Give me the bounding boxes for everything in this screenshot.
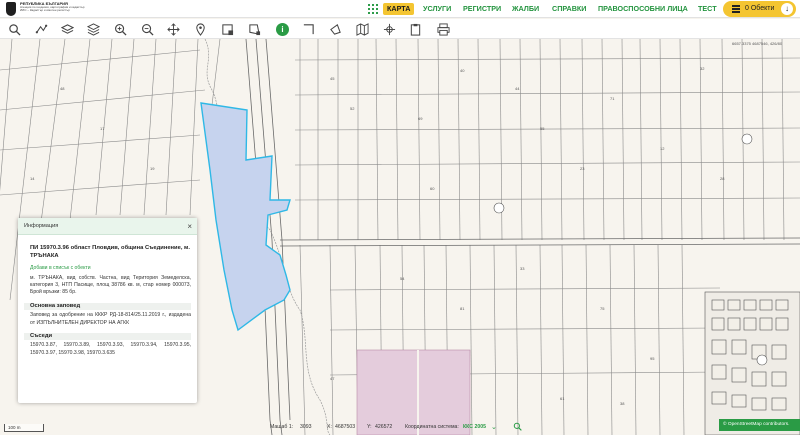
- nav-services[interactable]: УСЛУГИ: [423, 3, 451, 15]
- search-coords-icon[interactable]: [513, 421, 522, 434]
- svg-text:45: 45: [330, 76, 335, 81]
- nav-map[interactable]: КАРТА: [383, 3, 415, 15]
- clipboard-icon[interactable]: [408, 22, 423, 37]
- arrow-down-icon: ↓: [781, 3, 793, 15]
- order-text: Заповед за одобрение на КККР РД-18-814/2…: [30, 312, 191, 326]
- print-icon[interactable]: [436, 22, 451, 37]
- x-value: 4687503: [335, 424, 356, 430]
- svg-text:33: 33: [520, 266, 525, 271]
- select-rect-icon[interactable]: [220, 22, 235, 37]
- svg-text:19: 19: [150, 166, 155, 171]
- coat-of-arms-icon: [6, 2, 16, 16]
- nav-complaints[interactable]: ЖАЛБИ: [512, 3, 539, 15]
- polygon-tool-icon[interactable]: [328, 22, 343, 37]
- coordinate-bar: Мащаб 1: 3093 X: 4687503 Y: 426572 Коорд…: [265, 421, 530, 434]
- osm-attribution[interactable]: © OpenStreetMap contributors.: [719, 419, 800, 431]
- scale-bar: 100 m: [4, 424, 44, 432]
- search-icon[interactable]: [7, 22, 22, 37]
- y-value: 426572: [375, 424, 393, 430]
- select-area-icon[interactable]: [247, 22, 262, 37]
- nav-registers[interactable]: РЕГИСТРИ: [463, 3, 501, 15]
- svg-text:48: 48: [60, 86, 65, 91]
- nav-test[interactable]: ТЕСТ: [698, 3, 717, 15]
- pan-icon[interactable]: [166, 22, 181, 37]
- info-panel-header: Информация ×: [18, 218, 197, 235]
- x-label: X:: [327, 424, 332, 430]
- svg-text:75: 75: [600, 306, 605, 311]
- system-select[interactable]: ККС 2005: [463, 421, 486, 434]
- svg-text:52: 52: [350, 106, 355, 111]
- svg-text:23: 23: [580, 166, 585, 171]
- nav-reports[interactable]: СПРАВКИ: [552, 3, 586, 15]
- section-neighbors-heading: Съседи: [24, 333, 191, 341]
- section-order-heading: Основна заповед: [24, 302, 191, 311]
- objects-cart-button[interactable]: 0 Обекти ↓: [723, 1, 796, 17]
- logo-subtitle: Агенция по геодезия, картография и кадас…: [20, 5, 84, 13]
- crosshair-icon[interactable]: [382, 22, 397, 37]
- parcel-description: м. ТРЪНАКА, вид собств. Частна, вид Тери…: [30, 274, 191, 296]
- hamburger-icon: [732, 5, 740, 13]
- chevron-down-icon[interactable]: ⌄: [491, 421, 497, 434]
- y-label: Y:: [367, 424, 372, 430]
- scale-value: 3093: [300, 424, 312, 430]
- svg-text:32: 32: [700, 66, 705, 71]
- svg-text:38: 38: [620, 401, 625, 406]
- apps-grid-icon[interactable]: [368, 4, 378, 14]
- svg-text:81: 81: [460, 306, 465, 311]
- logo-line3: ИИС – Кадастър и имотен регистър: [20, 8, 70, 13]
- svg-text:47: 47: [330, 376, 335, 381]
- svg-text:17: 17: [100, 126, 105, 131]
- nav-licensed-persons[interactable]: ПРАВОСПОСОБНИ ЛИЦА: [598, 3, 688, 15]
- svg-text:12: 12: [660, 146, 665, 151]
- line-tool-icon[interactable]: [301, 22, 316, 37]
- svg-text:71: 71: [610, 96, 615, 101]
- zoom-in-icon[interactable]: [113, 22, 128, 37]
- layers-alt-icon[interactable]: [86, 22, 101, 37]
- close-icon[interactable]: ×: [187, 218, 192, 235]
- info-icon[interactable]: i: [276, 23, 289, 36]
- marker-icon[interactable]: [193, 22, 208, 37]
- svg-text:40: 40: [460, 68, 465, 73]
- objects-count: 0 Обекти: [745, 5, 775, 12]
- svg-text:28: 28: [720, 176, 725, 181]
- svg-text:55: 55: [540, 126, 545, 131]
- scale-label: Мащаб 1:: [270, 424, 294, 430]
- svg-text:95: 95: [650, 356, 655, 361]
- svg-text:14: 14: [30, 176, 35, 181]
- parcel-title: ПИ 15970.3.96 област Пловдив, община Съе…: [30, 245, 190, 259]
- svg-text:61: 61: [560, 396, 565, 401]
- map-toolbar: i: [0, 19, 800, 39]
- info-panel-title: Информация: [24, 223, 59, 229]
- svg-text:69: 69: [418, 116, 423, 121]
- measure-icon[interactable]: [34, 22, 49, 37]
- layers-icon[interactable]: [60, 22, 75, 37]
- add-to-list-link[interactable]: Добави в списък с обекти: [30, 265, 191, 272]
- neighbors-list: 15970.3.87, 15970.3.89, 15970.3.93, 1597…: [30, 342, 191, 356]
- zoom-out-icon[interactable]: [140, 22, 155, 37]
- system-label: Координатна система:: [405, 424, 459, 430]
- agency-logo[interactable]: РЕПУБЛИКА БЪЛГАРИЯ Агенция по геодезия, …: [6, 2, 84, 16]
- urban-area: [704, 291, 800, 435]
- map-icon[interactable]: [355, 22, 370, 37]
- info-panel: Информация × ПИ 15970.3.96 област Пловди…: [18, 218, 197, 403]
- svg-text:44: 44: [515, 86, 520, 91]
- map-coord-reference: 6657.3375 4687546, 426/80: [732, 41, 783, 46]
- header-bar: РЕПУБЛИКА БЪЛГАРИЯ Агенция по геодезия, …: [0, 0, 800, 18]
- svg-text:54: 54: [400, 276, 405, 281]
- svg-text:60: 60: [430, 186, 435, 191]
